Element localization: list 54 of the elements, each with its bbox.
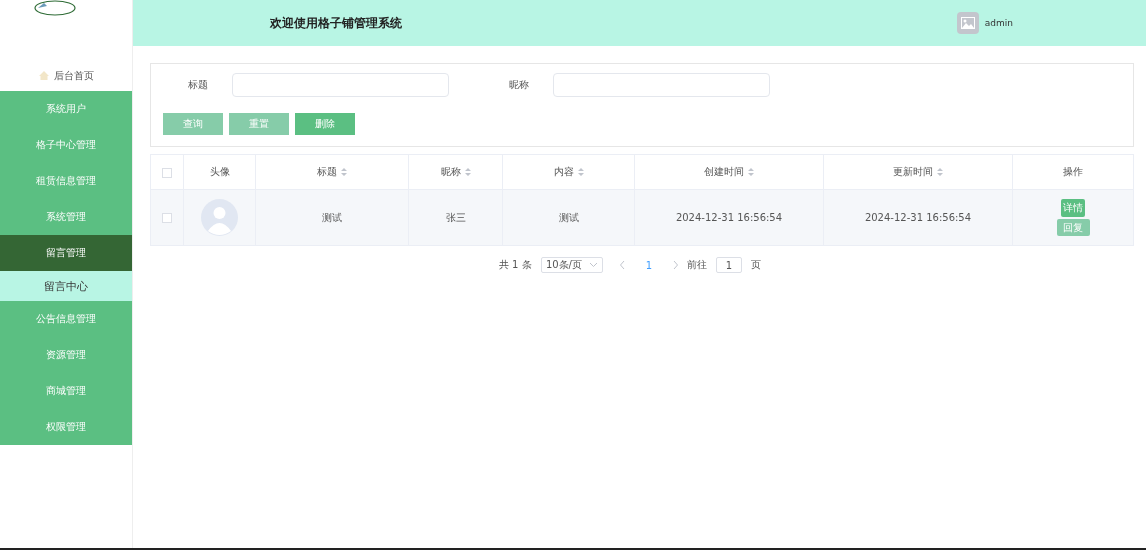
- details-button[interactable]: 详情: [1061, 199, 1085, 217]
- next-icon[interactable]: [673, 261, 679, 269]
- checkbox[interactable]: [162, 213, 172, 223]
- sidebar-item[interactable]: 系统管理: [0, 199, 132, 235]
- submenu-item[interactable]: 留言中心: [0, 271, 132, 301]
- reset-button[interactable]: 重置: [229, 113, 289, 135]
- total-count: 共 1 条: [498, 258, 532, 272]
- sort-icon: [937, 168, 943, 176]
- sidebar-item[interactable]: 格子中心管理: [0, 127, 132, 163]
- field-label: 标题: [186, 78, 209, 92]
- delete-button[interactable]: 删除: [295, 113, 355, 135]
- sort-icon: [748, 168, 754, 176]
- sidebar-item[interactable]: 商城管理: [0, 373, 132, 409]
- home-icon: [38, 71, 49, 80]
- column-header[interactable]: 更新时间: [893, 165, 943, 179]
- sort-icon: [341, 168, 347, 176]
- page-input[interactable]: 1: [716, 257, 743, 273]
- sidebar-item[interactable]: 系统用户: [0, 91, 132, 127]
- checkbox[interactable]: [162, 167, 172, 178]
- sidebar-item[interactable]: 租赁信息管理: [0, 163, 132, 199]
- page-title: 欢迎使用格子铺管理系统: [270, 14, 402, 32]
- sort-icon: [464, 168, 471, 176]
- goto-label: 前往: [687, 258, 708, 272]
- page-size-select[interactable]: 10条/页: [540, 257, 603, 273]
- sort-icon: [577, 168, 584, 176]
- page-unit: 页: [751, 258, 762, 272]
- column-header[interactable]: 操作: [1063, 165, 1083, 179]
- avatar-icon: [201, 199, 238, 236]
- sidebar-item[interactable]: 权限管理: [0, 409, 132, 445]
- reply-button[interactable]: 回复: [1056, 219, 1090, 236]
- input-field[interactable]: [232, 73, 449, 97]
- caret-icon: [590, 263, 598, 267]
- input-field[interactable]: [553, 73, 770, 97]
- page-number[interactable]: 1: [645, 259, 653, 271]
- image-icon: [956, 12, 979, 34]
- search-button[interactable]: 查询: [163, 113, 223, 135]
- sidebar-item[interactable]: 留言管理: [0, 235, 132, 271]
- logo-icon: [34, 0, 76, 16]
- field-label: 昵称: [507, 78, 530, 92]
- table-cell: 测试: [322, 211, 342, 223]
- column-header[interactable]: 创建时间: [704, 165, 754, 179]
- sidebar-item[interactable]: 公告信息管理: [0, 301, 132, 337]
- table-cell: 张三: [445, 211, 466, 223]
- prev-icon[interactable]: [619, 261, 625, 269]
- table-cell: 2024-12-31 16:56:54: [675, 212, 783, 223]
- table-cell: 测试: [558, 211, 579, 223]
- sidebar-item[interactable]: 资源管理: [0, 337, 132, 373]
- column-header[interactable]: 标题: [317, 165, 347, 179]
- sidebar-item[interactable]: 后台首页: [0, 60, 132, 91]
- column-header[interactable]: 头像: [209, 165, 230, 179]
- table-cell: 2024-12-31 16:56:54: [864, 212, 972, 223]
- user-name[interactable]: admin: [984, 18, 1013, 28]
- column-header[interactable]: 内容: [553, 165, 584, 179]
- column-header[interactable]: 昵称: [440, 165, 471, 179]
